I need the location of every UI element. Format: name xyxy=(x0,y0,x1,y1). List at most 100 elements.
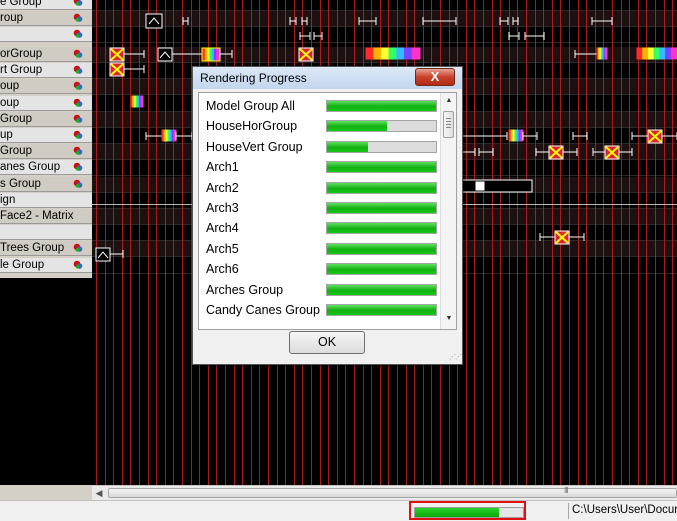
effect-color-block xyxy=(670,47,677,60)
status-file-path: C:\Users\User\Docur xyxy=(572,504,677,516)
model-row[interactable]: Face2 - Matrix xyxy=(0,209,92,224)
progress-bar xyxy=(326,283,437,296)
render-style-icon[interactable] xyxy=(73,65,83,75)
model-row[interactable]: e Group xyxy=(0,0,92,10)
progress-bar-fill xyxy=(327,284,436,295)
progress-list: Model Group All HouseHorGroup HouseVert Gr… xyxy=(198,92,457,330)
scroll-up-arrow-icon[interactable]: ▲ xyxy=(441,97,456,104)
progress-bar-fill xyxy=(327,141,369,152)
progress-row-name: Arch6 xyxy=(206,262,239,277)
progress-row-name: Candy Canes Group xyxy=(206,303,320,317)
close-icon: X xyxy=(430,69,440,84)
render-style-icon[interactable] xyxy=(73,130,83,140)
model-row-label: Group xyxy=(0,145,32,157)
progress-row: HouseHorGroup xyxy=(199,116,439,136)
progress-bar xyxy=(326,181,437,194)
model-row-label: s Group xyxy=(0,178,41,190)
effect-color-block xyxy=(665,47,672,60)
model-row[interactable]: Trees Group xyxy=(0,241,92,256)
render-style-icon[interactable] xyxy=(73,114,83,124)
model-row[interactable]: oup xyxy=(0,79,92,94)
effect-color-block xyxy=(140,95,144,108)
render-style-icon[interactable] xyxy=(73,179,83,189)
model-row[interactable]: up xyxy=(0,128,92,143)
progress-bar xyxy=(326,222,437,235)
progress-bar xyxy=(326,140,437,153)
progress-bar xyxy=(326,161,437,174)
progress-row: Model Group All xyxy=(199,96,439,116)
render-style-icon[interactable] xyxy=(73,146,83,156)
scrollbar-left-pad xyxy=(0,485,92,500)
model-row[interactable]: roup xyxy=(0,11,92,26)
model-row[interactable]: rt Group xyxy=(0,63,92,78)
dialog-title: Rendering Progress xyxy=(200,71,307,85)
model-row-label: oup xyxy=(0,80,20,92)
render-style-icon[interactable] xyxy=(73,49,83,59)
progress-row: Arch1 xyxy=(199,157,439,177)
model-row-label: oup xyxy=(0,97,20,109)
progress-bar-fill xyxy=(327,264,436,275)
model-row[interactable] xyxy=(0,225,92,240)
model-row-label: roup xyxy=(0,12,24,24)
progress-bar-fill xyxy=(327,203,436,213)
progress-row-name: Arch4 xyxy=(206,221,239,236)
effect-color-block xyxy=(642,47,649,60)
effect-white-block xyxy=(475,181,485,191)
model-row[interactable]: le Group xyxy=(0,258,92,273)
progress-row: Arch4 xyxy=(199,218,439,238)
render-style-icon[interactable] xyxy=(73,0,83,7)
progress-list-scrollbar[interactable]: ▲ ▼ xyxy=(440,93,456,329)
dialog-close-button[interactable]: X xyxy=(415,68,455,86)
model-row[interactable]: Group xyxy=(0,112,92,127)
effect-color-block xyxy=(653,47,661,60)
dialog-title-bar[interactable]: Rendering Progress X xyxy=(193,67,462,89)
horizontal-scrollbar-thumb[interactable]: III xyxy=(108,486,677,498)
model-row-label: orGroup xyxy=(0,48,43,60)
render-style-icon[interactable] xyxy=(73,162,83,172)
scroll-left-arrow-icon[interactable]: ◀ xyxy=(92,486,106,500)
progress-row-name: Arch1 xyxy=(206,160,239,175)
model-row-label: rt Group xyxy=(0,64,43,76)
model-row[interactable]: Group xyxy=(0,144,92,159)
render-style-icon[interactable] xyxy=(73,260,83,270)
model-row-label: up xyxy=(0,129,13,141)
rendering-progress-dialog: Rendering Progress X Model Group All Hous… xyxy=(192,66,463,365)
status-separator xyxy=(568,503,569,519)
effect-color-block xyxy=(396,47,406,60)
progress-bar xyxy=(326,202,437,214)
model-row[interactable]: ign xyxy=(0,193,92,208)
model-row[interactable]: anes Group xyxy=(0,160,92,175)
model-row-label xyxy=(0,27,70,42)
horizontal-scrollbar[interactable]: ◀ III xyxy=(92,485,677,500)
xlights-sequencer-window: e Group roup orGroup rt Group oup oup Group up G… xyxy=(0,0,677,521)
render-style-icon[interactable] xyxy=(73,29,83,39)
effect-color-block xyxy=(373,47,382,60)
progress-list-scrollbar-thumb[interactable] xyxy=(443,111,454,138)
model-row-label: ign xyxy=(0,194,16,206)
effect-color-block xyxy=(365,47,375,60)
scroll-down-arrow-icon[interactable]: ▼ xyxy=(441,315,456,322)
model-list-panel: e Group roup orGroup rt Group oup oup Group up G… xyxy=(0,0,92,280)
progress-row-name: Arch3 xyxy=(206,201,239,215)
render-style-icon[interactable] xyxy=(73,81,83,91)
effect-thumbnail xyxy=(145,13,163,29)
model-row[interactable]: s Group xyxy=(0,177,92,192)
model-row[interactable]: orGroup xyxy=(0,47,92,62)
model-row[interactable]: oup xyxy=(0,96,92,111)
render-style-icon[interactable] xyxy=(73,13,83,23)
model-row-label: Face2 - Matrix xyxy=(0,210,74,222)
render-style-icon[interactable] xyxy=(73,243,83,253)
effect-color-block xyxy=(404,47,413,60)
effect-color-block xyxy=(605,47,608,60)
effect-color-block xyxy=(216,48,220,61)
progress-bar xyxy=(326,120,437,133)
progress-bar-fill xyxy=(327,162,436,173)
render-style-icon[interactable] xyxy=(73,98,83,108)
model-row[interactable] xyxy=(0,27,92,42)
effect-color-block xyxy=(411,47,421,60)
resize-grip-icon[interactable]: ⋰⋰ xyxy=(449,353,462,361)
progress-bar-fill xyxy=(327,182,436,193)
progress-row: HouseVert Group xyxy=(199,137,439,157)
ok-button[interactable]: OK xyxy=(289,331,365,354)
effect-white-block xyxy=(461,179,533,193)
